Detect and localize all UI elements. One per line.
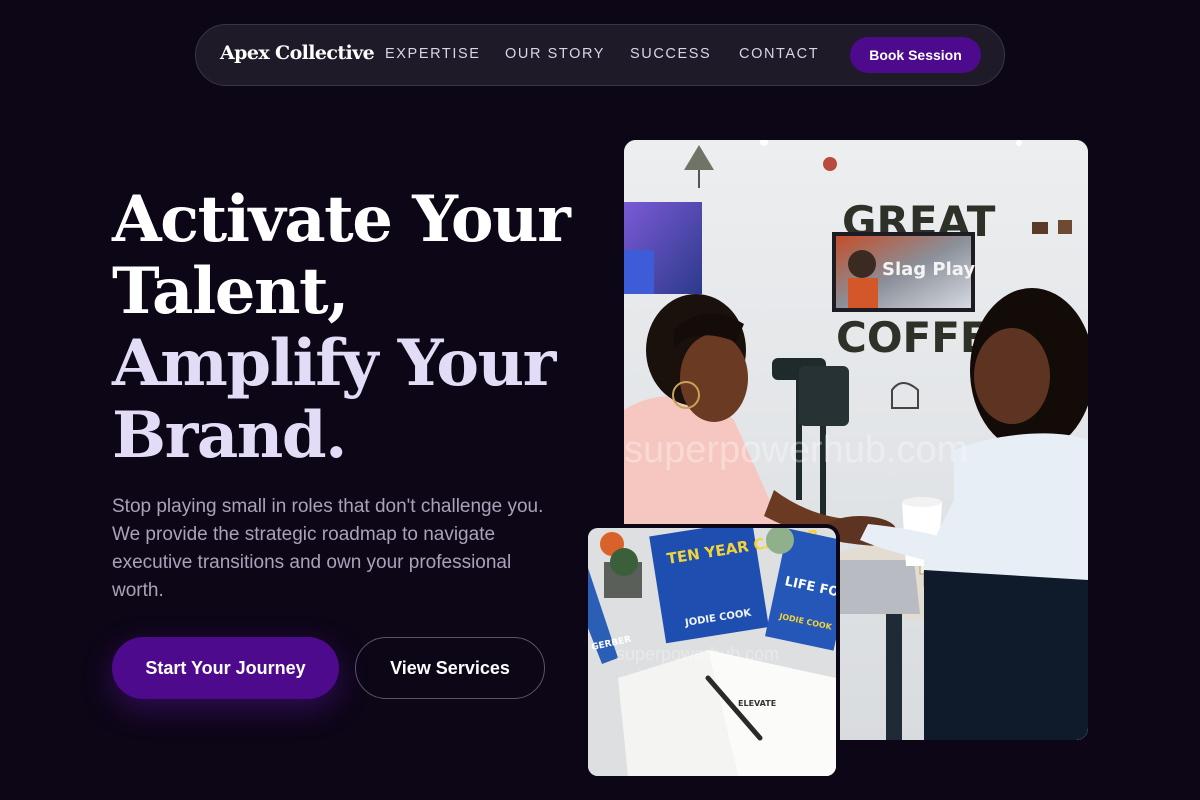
brand-logo[interactable]: Apex Collective: [220, 42, 375, 64]
notebook-label: ELEVATE: [738, 699, 776, 708]
start-journey-button[interactable]: Start Your Journey: [112, 637, 339, 699]
books-flatlay-photo: GERBER TEN YEAR CAREER JODIE COOK LIFE F…: [588, 528, 836, 776]
small-photo-watermark: superpowerhub.com: [616, 644, 779, 664]
nav-link-our-story[interactable]: OUR STORY: [505, 46, 605, 62]
hero-subtext: Stop playing small in roles that don't c…: [112, 496, 544, 601]
view-services-button[interactable]: View Services: [355, 637, 545, 699]
books-flatlay-illustration: GERBER TEN YEAR CAREER JODIE COOK LIFE F…: [588, 528, 836, 776]
headline-line-2: Talent,: [112, 254, 349, 329]
nav-link-expertise[interactable]: EXPERTISE: [385, 46, 481, 62]
nav-link-success[interactable]: SUCCESS: [630, 46, 711, 62]
nav-link-contact[interactable]: CONTACT: [739, 46, 819, 62]
book-session-button[interactable]: Book Session: [850, 37, 981, 73]
photo-watermark: superpowerhub.com: [624, 429, 968, 471]
tv-text: Slag Play: [882, 259, 975, 280]
headline-line-4: Brand.: [112, 398, 347, 473]
hero-headline: Activate Your Talent, Amplify Your Brand…: [112, 184, 582, 472]
headline-line-1: Activate Your: [112, 182, 571, 257]
headline-line-3: Amplify Your: [112, 326, 556, 401]
top-navigation: Apex Collective EXPERTISE OUR STORY SUCC…: [195, 24, 1005, 86]
